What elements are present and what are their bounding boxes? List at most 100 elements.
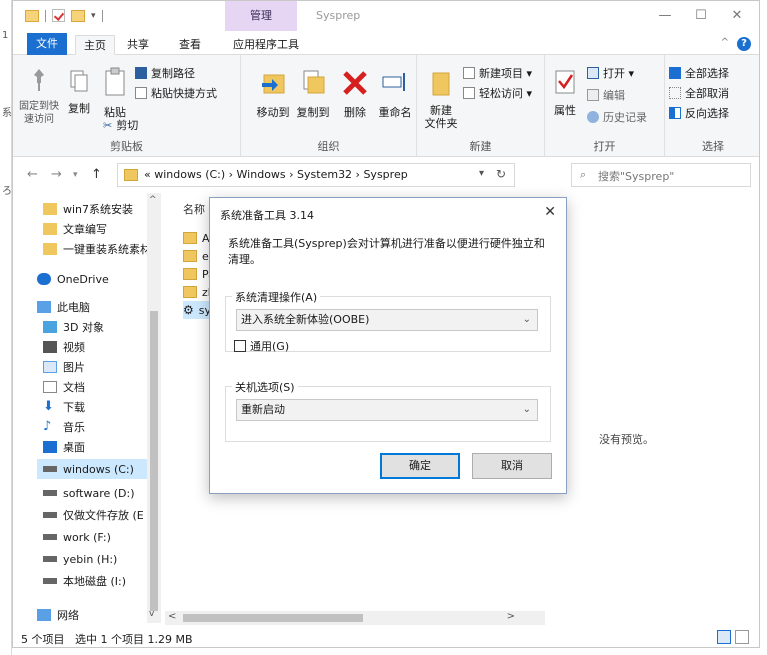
close-button[interactable]: ✕	[719, 5, 755, 27]
nav-item-this-pc[interactable]: 此电脑	[37, 297, 90, 317]
generalize-checkbox-row[interactable]: 通用(G)	[234, 338, 289, 354]
easy-access-button[interactable]: 轻松访问 ▾	[463, 85, 532, 101]
properties-button[interactable]: 属性	[549, 67, 581, 118]
paste-shortcut-button[interactable]: 粘贴快捷方式	[135, 85, 217, 101]
drive-icon	[43, 534, 57, 540]
tab-home[interactable]: 主页	[75, 35, 115, 55]
scroll-down-icon[interactable]: v	[149, 609, 154, 619]
nav-item-label: 文档	[63, 381, 85, 394]
nav-item-drive-e[interactable]: 仅做文件存放 (E	[43, 505, 144, 525]
new-folder-button[interactable]: 新建 文件夹	[423, 67, 459, 130]
ribbon: 固定到快 速访问 复制 粘贴 复制路径 粘贴快捷方式 ✂ 剪切 剪贴板 移动到 …	[13, 55, 759, 157]
scroll-left-icon[interactable]: <	[168, 611, 176, 622]
nav-item-network[interactable]: 网络	[37, 605, 79, 625]
drive-icon	[43, 490, 57, 496]
nav-item-pictures[interactable]: 图片	[43, 357, 85, 377]
back-arrow-icon[interactable]: ←	[27, 167, 38, 182]
nav-item-documents[interactable]: 文档	[43, 377, 85, 397]
recent-chevron-down-icon[interactable]: ▾	[73, 170, 78, 180]
address-bar[interactable]: « windows (C:) › Windows › System32 › Sy…	[117, 163, 515, 187]
history-button[interactable]: 历史记录	[587, 109, 647, 125]
pin-quick-access-button[interactable]: 固定到快 速访问	[19, 67, 59, 126]
nav-item-desktop[interactable]: 桌面	[43, 437, 85, 457]
dialog-close-button[interactable]: ✕	[544, 204, 556, 220]
select-none-button[interactable]: 全部取消	[669, 85, 729, 101]
new-folder-icon[interactable]	[71, 9, 85, 22]
cancel-button[interactable]: 取消	[472, 453, 552, 479]
item-count: 5 个项目	[21, 633, 65, 646]
shutdown-options-value: 重新启动	[241, 403, 285, 416]
minimize-button[interactable]: —	[647, 5, 683, 27]
nav-item-3d[interactable]: 3D 对象	[43, 317, 104, 337]
refresh-icon[interactable]: ↻	[496, 167, 506, 181]
search-placeholder[interactable]: 搜索"Sysprep"	[598, 168, 674, 184]
generalize-label: 通用(G)	[250, 340, 290, 353]
nav-item-drive-c[interactable]: windows (C:)	[37, 459, 161, 479]
nav-scrollbar[interactable]: ^ v	[147, 193, 161, 623]
scroll-thumb[interactable]	[150, 311, 158, 611]
invert-selection-button[interactable]: 反向选择	[669, 105, 729, 121]
maximize-button[interactable]: ☐	[683, 5, 719, 27]
nav-item-drive-i[interactable]: 本地磁盘 (I:)	[43, 571, 126, 591]
tab-view[interactable]: 查看	[171, 35, 209, 55]
cut-button[interactable]: ✂ 剪切	[103, 117, 138, 133]
nav-item-drive-d[interactable]: software (D:)	[43, 483, 135, 503]
generalize-checkbox[interactable]	[234, 340, 246, 352]
cleanup-action-select[interactable]: 进入系统全新体验(OOBE) ⌄	[236, 309, 538, 331]
column-header-name[interactable]: 名称	[183, 201, 205, 217]
copy-path-button[interactable]: 复制路径	[135, 65, 195, 81]
folder-icon	[183, 268, 197, 280]
details-view-icon[interactable]	[717, 630, 731, 644]
collapse-ribbon-icon[interactable]: ^	[721, 37, 729, 48]
forward-arrow-icon[interactable]: →	[51, 167, 62, 182]
delete-label: 删除	[344, 106, 366, 119]
tab-file[interactable]: 文件	[27, 33, 67, 55]
paste-shortcut-icon	[135, 87, 147, 99]
folder-icon[interactable]	[25, 9, 39, 22]
large-icons-view-icon[interactable]	[735, 630, 749, 644]
help-icon[interactable]: ?	[737, 37, 751, 51]
open-icon	[587, 67, 599, 79]
select-all-button[interactable]: 全部选择	[669, 65, 729, 81]
nav-item-downloads[interactable]: ⬇ 下载	[43, 397, 85, 417]
nav-item-drive-h[interactable]: yebin (H:)	[43, 549, 117, 569]
nav-item-label: windows (C:)	[63, 462, 134, 476]
customize-dropdown-icon[interactable]: ▾	[91, 11, 96, 21]
nav-item-drive-f[interactable]: work (F:)	[43, 527, 111, 547]
edit-button[interactable]: 编辑	[587, 87, 625, 103]
properties-check-icon[interactable]	[52, 9, 65, 22]
new-item-button[interactable]: 新建项目 ▾	[463, 65, 532, 81]
properties-check-icon	[555, 70, 575, 94]
nav-item-music[interactable]: ♪ 音乐	[43, 417, 85, 437]
horizontal-scrollbar[interactable]: < >	[165, 611, 545, 625]
open-button[interactable]: 打开 ▾	[587, 65, 634, 81]
copy-button[interactable]: 复制	[65, 67, 93, 116]
shutdown-options-select[interactable]: 重新启动 ⌄	[236, 399, 538, 421]
paste-button[interactable]: 粘贴	[99, 67, 131, 120]
nav-item-win7[interactable]: win7系统安装	[43, 199, 133, 219]
new-group: 新建 文件夹 新建项目 ▾ 轻松访问 ▾ 新建	[417, 55, 545, 157]
chevron-down-icon[interactable]: ▾	[479, 168, 484, 179]
ok-button[interactable]: 确定	[380, 453, 460, 479]
nav-item-videos[interactable]: 视频	[43, 337, 85, 357]
edit-label: 编辑	[603, 89, 625, 102]
nav-item-onedrive[interactable]: OneDrive	[37, 269, 109, 289]
cleanup-action-value: 进入系统全新体验(OOBE)	[241, 313, 370, 326]
rename-button[interactable]: 重命名	[375, 67, 415, 120]
picture-icon	[43, 361, 57, 373]
address-path[interactable]: « windows (C:) › Windows › System32 › Sy…	[144, 168, 408, 181]
scroll-thumb[interactable]	[183, 614, 363, 622]
scroll-right-icon[interactable]: >	[507, 611, 515, 622]
delete-button[interactable]: 删除	[339, 67, 371, 120]
context-tab-manage[interactable]: 管理	[225, 1, 297, 31]
move-to-button[interactable]: 移动到	[253, 67, 293, 120]
drive-icon	[43, 556, 57, 562]
tab-share[interactable]: 共享	[119, 35, 157, 55]
nav-item-reinstall[interactable]: 一键重装系统素材	[43, 239, 151, 259]
scroll-up-icon[interactable]: ^	[149, 195, 157, 205]
nav-item-articles[interactable]: 文章编写	[43, 219, 107, 239]
search-box[interactable]: ⌕ 搜索"Sysprep"	[571, 163, 751, 187]
tab-app-tools[interactable]: 应用程序工具	[225, 35, 307, 55]
up-arrow-icon[interactable]: ↑	[91, 167, 102, 182]
copy-to-button[interactable]: 复制到	[293, 67, 333, 120]
